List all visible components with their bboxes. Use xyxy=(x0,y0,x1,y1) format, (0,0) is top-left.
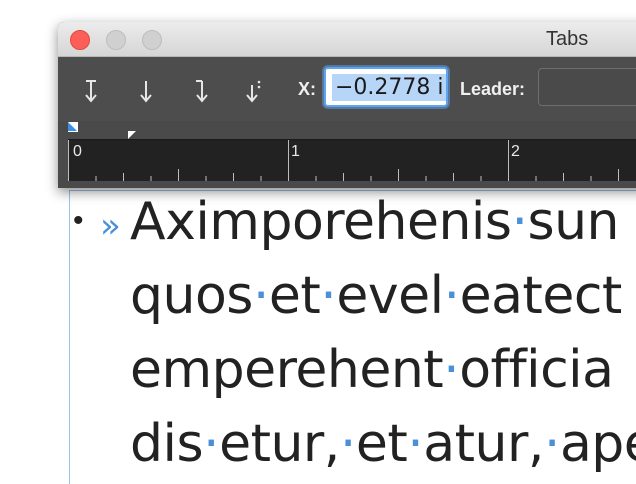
word: Aximporehenis xyxy=(130,192,512,252)
x-position-field[interactable]: −0.2778 i xyxy=(324,67,448,107)
ruler-label-2: 2 xyxy=(511,143,520,160)
minimize-button[interactable] xyxy=(106,30,126,50)
left-justified-tab-button[interactable] xyxy=(78,77,106,107)
word: et xyxy=(268,266,321,326)
word: sun xyxy=(527,192,619,252)
word: ape xyxy=(559,414,636,474)
space-marker: · xyxy=(339,414,357,474)
space-marker: · xyxy=(407,414,424,474)
ruler-label-1: 1 xyxy=(291,143,300,160)
tabs-toolbar: X: −0.2778 i Leader: xyxy=(58,57,636,121)
tab-marker-strip[interactable] xyxy=(58,121,636,139)
word: eatect xyxy=(459,266,623,326)
align-on-character-tab-icon xyxy=(246,80,261,103)
word: atur, xyxy=(423,414,544,474)
text-line-1[interactable]: Aximporehenis·sun xyxy=(130,192,619,252)
x-position-label: X: xyxy=(298,79,316,99)
space-marker: · xyxy=(543,414,561,474)
ruler-label-0: 0 xyxy=(73,143,82,160)
x-position-value[interactable]: −0.2778 i xyxy=(332,74,446,101)
space-marker: · xyxy=(320,266,337,326)
word: emperehent xyxy=(130,340,444,400)
space-marker: · xyxy=(252,266,270,326)
palette-title: Tabs xyxy=(546,28,589,50)
text-frame-left-edge xyxy=(69,190,70,484)
space-marker: · xyxy=(511,192,528,252)
word: etur, xyxy=(219,414,340,474)
right-justified-tab-button[interactable] xyxy=(188,77,216,107)
space-marker: · xyxy=(443,340,460,400)
text-line-3[interactable]: emperehent·officia xyxy=(130,340,614,400)
zoom-button[interactable] xyxy=(142,30,162,50)
text-line-2[interactable]: quos·et·evel·eatect xyxy=(130,266,622,326)
word: dis xyxy=(130,414,204,474)
text-frame-top-edge xyxy=(69,190,636,191)
left-indent-marker-icon[interactable] xyxy=(68,122,78,132)
first-line-indent-marker-icon[interactable] xyxy=(128,131,136,139)
word: officia xyxy=(459,340,614,400)
align-on-character-tab-button[interactable] xyxy=(240,77,268,107)
tabs-palette: Tabs X: −0.2778 i Leader: 0 1 2 xyxy=(58,22,636,188)
center-justified-tab-icon xyxy=(140,81,152,103)
left-justified-tab-icon xyxy=(85,80,97,103)
text-line-4[interactable]: dis·etur,·et·atur,·ape xyxy=(130,414,636,474)
close-button[interactable] xyxy=(70,30,90,50)
leader-field[interactable] xyxy=(538,68,636,106)
right-justified-tab-icon xyxy=(196,80,208,103)
word: quos xyxy=(130,266,253,326)
space-marker: · xyxy=(203,414,220,474)
leader-label: Leader: xyxy=(460,79,526,99)
center-justified-tab-button[interactable] xyxy=(132,77,160,107)
ruler-ticks xyxy=(68,140,619,181)
palette-titlebar[interactable]: Tabs xyxy=(58,22,636,57)
word: evel xyxy=(336,266,444,326)
tab-ruler[interactable]: 0 1 2 xyxy=(68,139,636,181)
word: et xyxy=(355,414,408,474)
bullet-glyph: • xyxy=(73,204,84,237)
tab-character-marker: » xyxy=(100,206,121,246)
space-marker: · xyxy=(443,266,461,326)
